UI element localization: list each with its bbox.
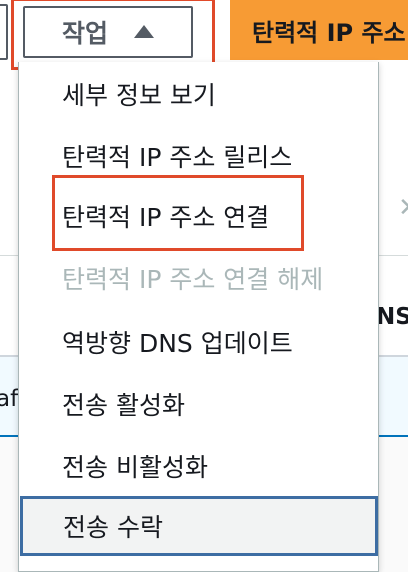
actions-menu: 세부 정보 보기 탄력적 IP 주소 릴리스 탄력적 IP 주소 연결 탄력적 … — [18, 62, 379, 572]
menu-item-enable-transfer[interactable]: 전송 활성화 — [19, 374, 378, 434]
menu-item-release-elastic-ip[interactable]: 탄력적 IP 주소 릴리스 — [19, 126, 378, 186]
menu-item-disable-transfer[interactable]: 전송 비활성화 — [19, 436, 378, 496]
menu-item-view-details[interactable]: 세부 정보 보기 — [19, 64, 378, 124]
actions-label: 작업 — [61, 19, 108, 48]
table-cell: af — [0, 386, 19, 412]
close-icon[interactable]: ✕ — [398, 193, 408, 223]
table-column-header: NS — [376, 304, 408, 330]
menu-item-accept-transfer[interactable]: 전송 수락 — [20, 496, 378, 556]
actions-dropdown-button[interactable]: 작업 — [23, 6, 193, 58]
caret-up-icon — [134, 24, 154, 38]
menu-item-update-reverse-dns[interactable]: 역방향 DNS 업데이트 — [19, 312, 378, 372]
toolbar: 작업 탄력적 IP 주소 할당 — [0, 0, 408, 70]
menu-item-associate-elastic-ip[interactable]: 탄력적 IP 주소 연결 — [19, 186, 378, 246]
menu-item-disassociate-elastic-ip: 탄력적 IP 주소 연결 해제 — [62, 265, 324, 294]
toolbar-button-partial[interactable] — [0, 4, 8, 60]
allocate-elastic-ip-button[interactable]: 탄력적 IP 주소 할당 — [230, 0, 408, 60]
allocate-elastic-ip-label: 탄력적 IP 주소 할당 — [252, 18, 408, 47]
